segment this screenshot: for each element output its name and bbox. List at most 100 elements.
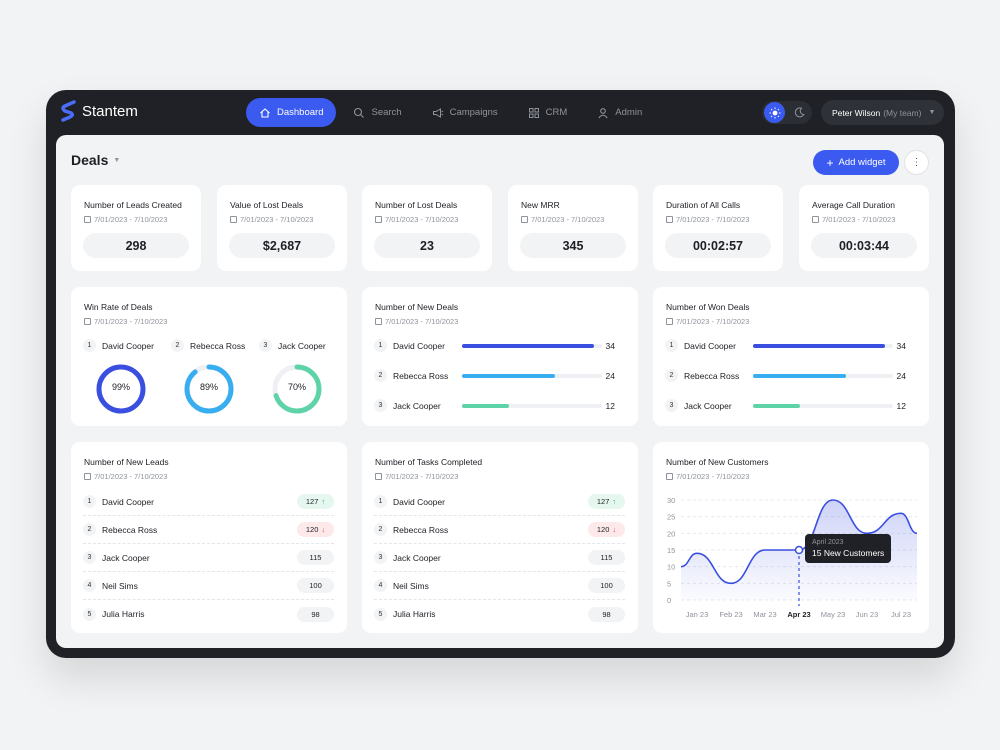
app-name: Stantem xyxy=(82,102,138,120)
calendar-icon xyxy=(230,216,237,223)
list-item[interactable]: 1 David Cooper 127 ↑ xyxy=(374,488,625,516)
calendar-icon xyxy=(84,318,91,325)
tasks-completed-card: Number of Tasks Completed 7/01/2023 - 7/… xyxy=(362,442,638,633)
page-title[interactable]: Deals ▼ xyxy=(71,152,120,168)
person-name: David Cooper xyxy=(102,496,154,507)
nav-search[interactable]: Search xyxy=(340,98,414,127)
data-point[interactable] xyxy=(794,545,804,555)
list-item[interactable]: 3 Jack Cooper 115 xyxy=(83,544,334,572)
card-title: Number of New Leads xyxy=(84,457,169,467)
kpi-card-lost-deals: Number of Lost Deals 7/01/2023 - 7/10/20… xyxy=(362,185,492,271)
person-name: Jack Cooper xyxy=(102,552,150,563)
count-badge: 98 xyxy=(297,606,334,622)
card-title: Win Rate of Deals xyxy=(84,302,153,312)
person-name: Rebecca Ross xyxy=(102,524,158,535)
person: 1 David Cooper xyxy=(83,495,154,508)
person-name: Jack Cooper xyxy=(393,400,441,411)
list-item[interactable]: 2 Rebecca Ross 120 ↓ xyxy=(83,516,334,544)
calendar-icon xyxy=(666,318,673,325)
nav-dashboard[interactable]: Dashboard xyxy=(246,98,337,127)
new-customers-card: Number of New Customers 7/01/2023 - 7/10… xyxy=(653,442,929,633)
date-range: 7/01/2023 - 7/10/2023 xyxy=(385,317,459,326)
y-tick-label: 25 xyxy=(667,513,675,522)
moon-icon xyxy=(794,107,805,118)
count-badge: 127 ↑ xyxy=(588,494,625,509)
bar-track xyxy=(753,403,893,408)
add-widget-button[interactable]: + Add widget xyxy=(813,150,899,175)
list-item[interactable]: 4 Neil Sims 100 xyxy=(83,572,334,600)
nav-label: Campaigns xyxy=(449,107,498,118)
count-badge: 100 xyxy=(588,578,625,593)
list-item[interactable]: 5 Julia Harris 98 xyxy=(374,600,625,628)
rank-badge: 1 xyxy=(83,339,96,352)
count-badge: 120 ↓ xyxy=(588,522,625,537)
grid-icon xyxy=(528,107,539,118)
nav-admin[interactable]: Admin xyxy=(584,98,655,127)
count-value: 115 xyxy=(309,553,322,562)
x-tick-label: Jan 23 xyxy=(686,610,709,619)
kpi-value: 00:02:57 xyxy=(665,233,771,258)
list-item[interactable]: 1 David Cooper 127 ↑ xyxy=(83,488,334,516)
logo[interactable]: Stantem xyxy=(60,100,138,122)
bar-fill xyxy=(753,403,800,408)
sun-icon xyxy=(769,107,780,118)
win-rate-item: 2 Rebecca Ross 89% xyxy=(171,339,251,414)
more-options-button[interactable]: ⋮ xyxy=(904,150,929,175)
win-rate-card: Win Rate of Deals 7/01/2023 - 7/10/2023 … xyxy=(71,287,347,426)
date-range: 7/01/2023 - 7/10/2023 xyxy=(676,317,750,326)
calendar-icon xyxy=(84,473,91,480)
count-value: 115 xyxy=(600,553,613,562)
user-menu[interactable]: Peter Wilson (My team) ▼ xyxy=(821,100,944,125)
add-widget-label: Add widget xyxy=(838,157,886,168)
person-name: Neil Sims xyxy=(102,580,138,591)
dark-mode-button[interactable] xyxy=(789,102,810,123)
person: 3 Jack Cooper xyxy=(259,339,339,352)
card-title: Number of Lost Deals xyxy=(375,200,458,210)
person: 5 Julia Harris xyxy=(83,607,145,621)
person-name: David Cooper xyxy=(102,340,154,351)
person: 3 Jack Cooper xyxy=(83,551,150,564)
bar-value: 12 xyxy=(896,400,906,411)
kpi-card-leads-created: Number of Leads Created 7/01/2023 - 7/10… xyxy=(71,185,201,271)
y-tick-label: 0 xyxy=(667,596,671,605)
rank-badge: 3 xyxy=(259,339,272,352)
card-title: Duration of All Calls xyxy=(666,200,741,210)
bar-track xyxy=(753,373,893,378)
calendar-icon xyxy=(375,318,382,325)
list-item[interactable]: 2 Rebecca Ross 120 ↓ xyxy=(374,516,625,544)
kpi-card-avg-call-duration: Average Call Duration 7/01/2023 - 7/10/2… xyxy=(799,185,929,271)
kpi-value: 345 xyxy=(520,233,626,258)
x-tick-label: May 23 xyxy=(821,610,846,619)
list-item[interactable]: 5 Julia Harris 98 xyxy=(83,600,334,628)
chart-tooltip: April 2023 15 New Customers xyxy=(805,534,892,563)
nav-label: Search xyxy=(371,107,402,118)
nav-crm[interactable]: CRM xyxy=(515,98,581,127)
bar-row: 3 Jack Cooper 12 xyxy=(665,399,906,412)
card-date: 7/01/2023 - 7/10/2023 xyxy=(521,215,604,224)
bar-track xyxy=(462,343,602,348)
card-date: 7/01/2023 - 7/10/2023 xyxy=(375,215,458,224)
person-name: Rebecca Ross xyxy=(684,370,740,381)
x-tick-label: Mar 23 xyxy=(753,610,776,619)
nav-campaigns[interactable]: Campaigns xyxy=(419,98,511,127)
kpi-value: 00:03:44 xyxy=(811,233,917,258)
kpi-card-duration-all-calls: Duration of All Calls 7/01/2023 - 7/10/2… xyxy=(653,185,783,271)
count-value: 98 xyxy=(602,609,611,619)
light-mode-button[interactable] xyxy=(764,102,785,123)
bar-value: 24 xyxy=(605,370,615,381)
bar-track xyxy=(462,373,602,378)
list-item[interactable]: 4 Neil Sims 100 xyxy=(374,572,625,600)
rank-badge: 1 xyxy=(665,339,678,352)
calendar-icon xyxy=(521,216,528,223)
top-bar: Stantem Dashboard Search Campaigns CRM A… xyxy=(46,90,955,134)
rank-badge: 2 xyxy=(374,369,387,382)
win-rate-item: 1 David Cooper 99% xyxy=(83,339,163,414)
rank-badge: 1 xyxy=(374,495,387,508)
win-rate-value: 89% xyxy=(199,382,218,392)
bar-fill xyxy=(753,373,847,378)
list-item[interactable]: 3 Jack Cooper 115 xyxy=(374,544,625,572)
count-value: 98 xyxy=(311,609,320,619)
theme-toggle[interactable] xyxy=(762,101,812,124)
bar-row: 2 Rebecca Ross 24 xyxy=(374,369,615,382)
nav-label: CRM xyxy=(545,107,568,118)
